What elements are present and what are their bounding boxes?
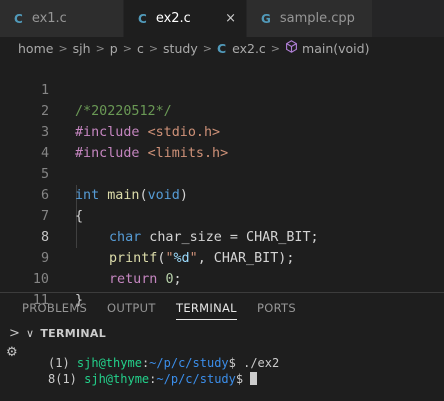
breadcrumb-item-file[interactable]: ex2.c	[232, 41, 266, 56]
prompt-user: sjh@thyme	[84, 372, 150, 386]
terminal-line: 8(1) sjh@thyme:~/p/c/study$	[48, 371, 258, 387]
tab-sample-cpp[interactable]: G sample.cpp	[247, 0, 373, 37]
tab-label: ex1.c	[31, 11, 67, 26]
terminal-line: (1) sjh@thyme:~/p/c/study$ ./ex2	[48, 355, 279, 371]
c-file-icon: C	[216, 40, 227, 56]
command-text: $ ./ex2	[228, 356, 280, 370]
line-prefix: (1)	[48, 356, 77, 370]
terminal-title: TERMINAL	[40, 327, 107, 340]
breadcrumb-item-p[interactable]: p	[110, 41, 118, 56]
code-line-9: 9 return 0;	[0, 227, 444, 287]
breadcrumb-item-study[interactable]: study	[163, 41, 198, 56]
debug-icon[interactable]: ⚙	[6, 345, 18, 360]
function-cube-icon	[285, 40, 298, 56]
breadcrumb-item-symbol[interactable]: main(void)	[302, 41, 369, 56]
code-line-5: 5 int main(void)	[0, 143, 444, 203]
code-line-2: 2 #include <stdio.h>	[0, 80, 444, 140]
tab-ex2-c[interactable]: C ex2.c ×	[124, 0, 247, 37]
code-line-8: 8 printf("%d", CHAR_BIT);	[0, 206, 444, 266]
chevron-right-icon: >	[270, 41, 281, 55]
code-line-11: 11	[0, 269, 444, 308]
code-editor[interactable]: 1 /*20220512*/ 2 #include <stdio.h> 3 #i…	[0, 59, 444, 308]
code-line-1: 1 /*20220512*/	[0, 59, 444, 119]
chevron-down-icon: ∨	[26, 327, 35, 340]
editor-tab-bar: C ex1.c C ex2.c × G sample.cpp	[0, 0, 444, 37]
tab-label: sample.cpp	[279, 11, 355, 26]
prompt-user: sjh@thyme	[76, 356, 142, 370]
chevron-right-icon: >	[122, 41, 132, 55]
code-line-10: 10 }	[0, 248, 444, 308]
tab-output[interactable]: OUTPUT	[107, 293, 156, 323]
breadcrumb: home > sjh > p > c > study > C ex2.c > m…	[0, 37, 444, 59]
prompt-path: ~/p/c/study	[156, 372, 236, 386]
code-line-3: 3 #include <limits.h>	[0, 101, 444, 161]
tab-label: ex2.c	[155, 11, 191, 26]
cpp-file-icon: G	[261, 11, 271, 26]
breadcrumb-item-sjh[interactable]: sjh	[73, 41, 91, 56]
chevron-right-icon: >	[58, 41, 68, 55]
terminal-cursor	[250, 372, 258, 385]
command-text: $	[235, 372, 251, 386]
line-prefix: 8(1)	[48, 372, 85, 386]
prompt-path: ~/p/c/study	[149, 356, 229, 370]
chevron-right-icon[interactable]: >	[9, 326, 20, 341]
tab-ports[interactable]: PORTS	[257, 293, 296, 323]
terminal-output[interactable]: (1) sjh@thyme:~/p/c/study$ ./ex2 8(1) sj…	[26, 345, 444, 401]
c-file-icon: C	[138, 11, 147, 26]
code-line-4: 4	[0, 122, 444, 161]
tab-terminal[interactable]: TERMINAL	[176, 293, 237, 323]
tab-ex1-c[interactable]: C ex1.c	[0, 0, 124, 37]
code-line-7: 7 char char_size = CHAR_BIT;	[0, 185, 444, 245]
tab-problems[interactable]: PROBLEMS	[22, 293, 87, 323]
chevron-right-icon: >	[202, 41, 212, 55]
c-file-icon: C	[14, 11, 23, 26]
breadcrumb-item-c[interactable]: c	[137, 41, 144, 56]
close-icon[interactable]: ×	[225, 11, 236, 26]
chevron-right-icon: >	[148, 41, 159, 55]
breadcrumb-item-home[interactable]: home	[18, 41, 53, 56]
panel-tab-bar: PROBLEMS OUTPUT TERMINAL PORTS	[0, 293, 444, 323]
terminal-section-header[interactable]: ∨ TERMINAL	[26, 323, 106, 345]
panel-side-strip: > ⚙	[0, 323, 24, 401]
code-line-6: 6 {	[0, 164, 444, 224]
chevron-right-icon: >	[95, 41, 105, 55]
